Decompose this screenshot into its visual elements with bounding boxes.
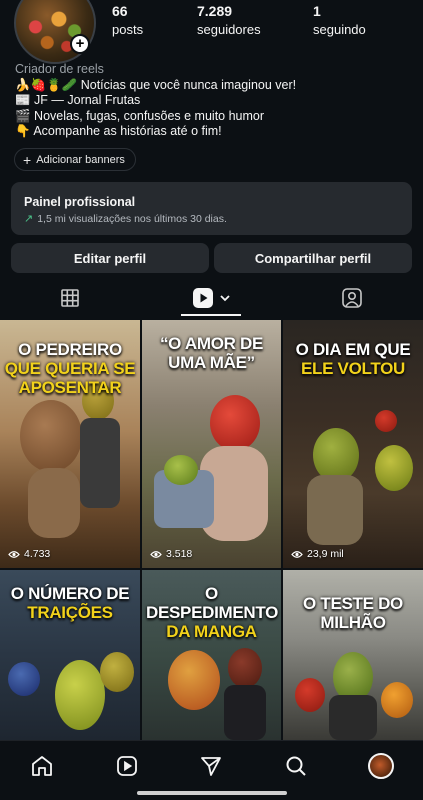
posts-label: posts	[112, 22, 144, 37]
reel-thumbnail[interactable]: “O AMOR DE UMA MÃE” 3.518	[142, 320, 281, 568]
followers-label: seguidores	[197, 22, 261, 37]
nav-home[interactable]	[27, 751, 57, 781]
add-banners-label: Adicionar banners	[36, 153, 125, 166]
nav-reels[interactable]	[112, 751, 142, 781]
plus-icon: +	[23, 151, 32, 168]
panel-subtitle-text: 1,5 mi visualizações nos últimos 30 dias…	[37, 212, 227, 225]
grid-icon	[61, 289, 79, 307]
share-profile-button[interactable]: Compartilhar perfil	[214, 243, 412, 273]
followers-stat[interactable]: 7.289 seguidores	[197, 3, 261, 37]
bio-line: 🍌🍓🍍🥒 Notícias que você nunca imaginou ve…	[15, 77, 297, 92]
send-icon	[201, 757, 221, 776]
add-story-icon[interactable]: +	[70, 34, 90, 54]
posts-stat[interactable]: 66 posts	[112, 3, 143, 37]
reel-title: “O AMOR DE UMA MÃE”	[159, 334, 264, 372]
profile-avatar-icon	[368, 753, 394, 779]
reel-thumbnail[interactable]: O DIA EM QUE ELE VOLTOU 23,9 mil	[283, 320, 423, 568]
profile-tabs	[0, 280, 423, 316]
reel-title: O DESPEDIMENTO DA MANGA	[146, 584, 279, 641]
reel-thumbnail[interactable]: O PEDREIRO QUE QUERIA SE APOSENTAR 4.733	[0, 320, 140, 568]
following-count: 1	[313, 3, 321, 19]
reels-icon	[192, 288, 213, 308]
chevron-down-icon	[219, 295, 230, 302]
tab-reels[interactable]	[181, 280, 241, 316]
search-icon	[286, 756, 306, 776]
reel-title: O TESTE DO MILHÃO	[303, 594, 403, 632]
panel-subtitle: ↗ 1,5 mi visualizações nos últimos 30 di…	[24, 212, 399, 226]
following-label: seguindo	[313, 22, 366, 37]
following-stat[interactable]: 1 seguindo	[313, 3, 366, 37]
tagged-icon	[342, 288, 362, 308]
followers-count: 7.289	[197, 3, 233, 19]
home-icon	[32, 756, 52, 776]
bio-line: 📰 JF — Jornal Frutas	[15, 93, 141, 107]
reels-grid: O PEDREIRO QUE QUERIA SE APOSENTAR 4.733…	[0, 320, 423, 740]
reel-thumbnail[interactable]: O TESTE DO MILHÃO	[283, 570, 423, 740]
profile-bio: Criador de reels 🍌🍓🍍🥒 Notícias que você …	[15, 62, 415, 140]
reel-title: O NÚMERO DE TRAIÇÕES	[10, 584, 130, 622]
nav-profile[interactable]	[366, 751, 396, 781]
nav-search[interactable]	[281, 751, 311, 781]
edit-profile-button[interactable]: Editar perfil	[11, 243, 209, 273]
bio-line: 👇 Acompanhe as histórias até o fim!	[15, 124, 222, 138]
reel-thumbnail[interactable]: O NÚMERO DE TRAIÇÕES	[0, 570, 140, 740]
tab-tagged[interactable]	[322, 280, 382, 316]
profile-avatar[interactable]	[14, 0, 96, 64]
add-banners-button[interactable]: + Adicionar banners	[14, 148, 136, 171]
profile-category: Criador de reels	[15, 62, 104, 76]
eye-icon	[150, 550, 162, 558]
reel-views: 3.518	[150, 548, 192, 560]
reel-thumbnail[interactable]: O DESPEDIMENTO DA MANGA	[142, 570, 281, 740]
eye-icon	[8, 550, 20, 558]
eye-icon	[291, 550, 303, 558]
panel-title: Painel profissional	[24, 195, 136, 209]
home-indicator	[137, 791, 287, 795]
reel-views: 23,9 mil	[291, 548, 344, 560]
reels-icon	[117, 756, 137, 776]
active-tab-indicator	[181, 314, 241, 316]
reel-title: O PEDREIRO QUE QUERIA SE APOSENTAR	[4, 340, 136, 397]
posts-count: 66	[112, 3, 128, 19]
nav-direct[interactable]	[196, 751, 226, 781]
reel-title: O DIA EM QUE ELE VOLTOU	[295, 340, 411, 378]
professional-dashboard[interactable]: Painel profissional ↗ 1,5 mi visualizaçõ…	[11, 182, 412, 235]
reel-views: 4.733	[8, 548, 50, 560]
trend-up-icon: ↗	[24, 213, 34, 225]
bio-line: 🎬 Novelas, fugas, confusões e muito humo…	[15, 108, 265, 123]
tab-posts-grid[interactable]	[40, 280, 100, 316]
profile-header: + 66 posts 7.289 seguidores 1 seguindo	[0, 0, 423, 64]
